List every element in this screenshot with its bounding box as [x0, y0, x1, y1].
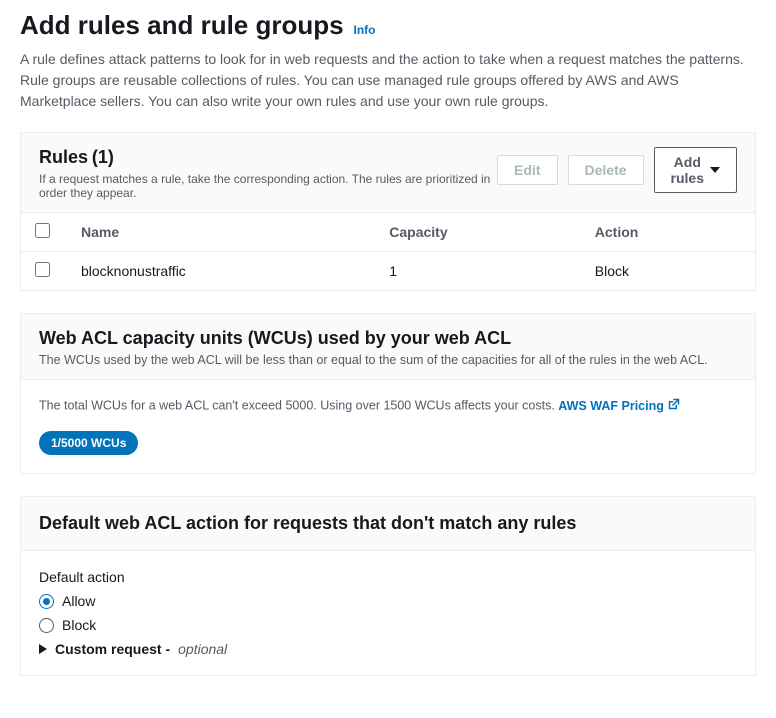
row-name: blocknonustraffic	[67, 252, 375, 291]
col-action: Action	[581, 213, 755, 252]
col-name: Name	[67, 213, 375, 252]
external-link-icon	[668, 398, 680, 413]
caret-down-icon	[710, 167, 720, 173]
rules-subtitle: If a request matches a rule, take the co…	[39, 172, 497, 200]
radio-block-label: Block	[62, 617, 96, 633]
radio-allow-label: Allow	[62, 593, 95, 609]
wcu-title: Web ACL capacity units (WCUs) used by yo…	[39, 328, 737, 349]
radio-block[interactable]	[39, 618, 54, 633]
caret-right-icon	[39, 644, 47, 654]
row-capacity: 1	[375, 252, 581, 291]
add-rules-label: Add rules	[671, 154, 704, 186]
select-all-checkbox[interactable]	[35, 223, 50, 238]
custom-request-optional: optional	[178, 641, 227, 657]
default-action-title: Default web ACL action for requests that…	[21, 497, 755, 551]
radio-allow-row[interactable]: Allow	[39, 593, 737, 609]
radio-allow[interactable]	[39, 594, 54, 609]
default-action-label: Default action	[39, 569, 737, 585]
waf-pricing-label: AWS WAF Pricing	[558, 399, 664, 413]
wcu-note: The total WCUs for a web ACL can't excee…	[39, 399, 558, 413]
rules-table: Name Capacity Action blocknonustraffic 1…	[21, 213, 755, 290]
add-rules-button[interactable]: Add rules	[654, 147, 737, 193]
row-checkbox[interactable]	[35, 262, 50, 277]
radio-block-row[interactable]: Block	[39, 617, 737, 633]
delete-button[interactable]: Delete	[568, 155, 644, 185]
default-action-panel: Default web ACL action for requests that…	[20, 496, 756, 676]
col-capacity: Capacity	[375, 213, 581, 252]
table-row: blocknonustraffic 1 Block	[21, 252, 755, 291]
waf-pricing-link[interactable]: AWS WAF Pricing	[558, 398, 680, 413]
custom-request-expander[interactable]: Custom request - optional	[39, 641, 737, 657]
page-description: A rule defines attack patterns to look f…	[20, 49, 756, 112]
row-action: Block	[581, 252, 755, 291]
page-title: Add rules and rule groups	[20, 10, 344, 40]
wcu-description: The WCUs used by the web ACL will be les…	[39, 353, 737, 367]
rules-title: Rules	[39, 147, 88, 167]
rules-panel: Rules (1) If a request matches a rule, t…	[20, 132, 756, 291]
info-link[interactable]: Info	[353, 23, 375, 37]
edit-button[interactable]: Edit	[497, 155, 557, 185]
rules-count: (1)	[92, 147, 114, 167]
wcu-panel: Web ACL capacity units (WCUs) used by yo…	[20, 313, 756, 474]
custom-request-label: Custom request -	[55, 641, 170, 657]
wcu-pill: 1/5000 WCUs	[39, 431, 138, 455]
